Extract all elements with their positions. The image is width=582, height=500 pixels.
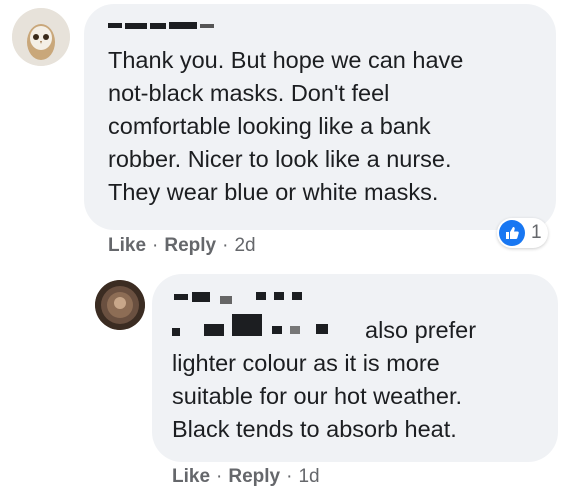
timestamp[interactable]: 2d bbox=[234, 235, 255, 257]
redacted-reply-text bbox=[172, 288, 352, 340]
timestamp[interactable]: 1d bbox=[298, 466, 319, 488]
comment-text: Thank you. But hope we can have not-blac… bbox=[108, 47, 464, 205]
like-button[interactable]: Like bbox=[172, 466, 210, 488]
reply-first-line-text: also prefer bbox=[365, 317, 477, 343]
separator: · bbox=[152, 235, 159, 256]
separator: · bbox=[286, 466, 293, 487]
comment-actions: Like · Reply · 2d bbox=[108, 235, 256, 257]
avatar-image bbox=[95, 280, 145, 330]
reply-button[interactable]: Reply bbox=[228, 466, 280, 488]
reaction-count: 1 bbox=[531, 222, 542, 243]
redacted-commenter-name[interactable] bbox=[108, 22, 214, 29]
reply-comment-text: lighter colour as it is more suitable fo… bbox=[172, 350, 463, 442]
reply-comment-actions: Like · Reply · 1d bbox=[172, 466, 320, 488]
commenter-avatar[interactable] bbox=[12, 8, 70, 66]
reply-commenter-avatar[interactable] bbox=[95, 280, 145, 330]
reply-button[interactable]: Reply bbox=[164, 235, 216, 257]
reaction-badge[interactable]: 1 bbox=[497, 218, 548, 248]
separator: · bbox=[216, 466, 223, 487]
thumbs-up-icon bbox=[499, 220, 525, 246]
owl-avatar-image bbox=[12, 8, 70, 66]
like-button[interactable]: Like bbox=[108, 235, 146, 257]
separator: · bbox=[222, 235, 229, 256]
